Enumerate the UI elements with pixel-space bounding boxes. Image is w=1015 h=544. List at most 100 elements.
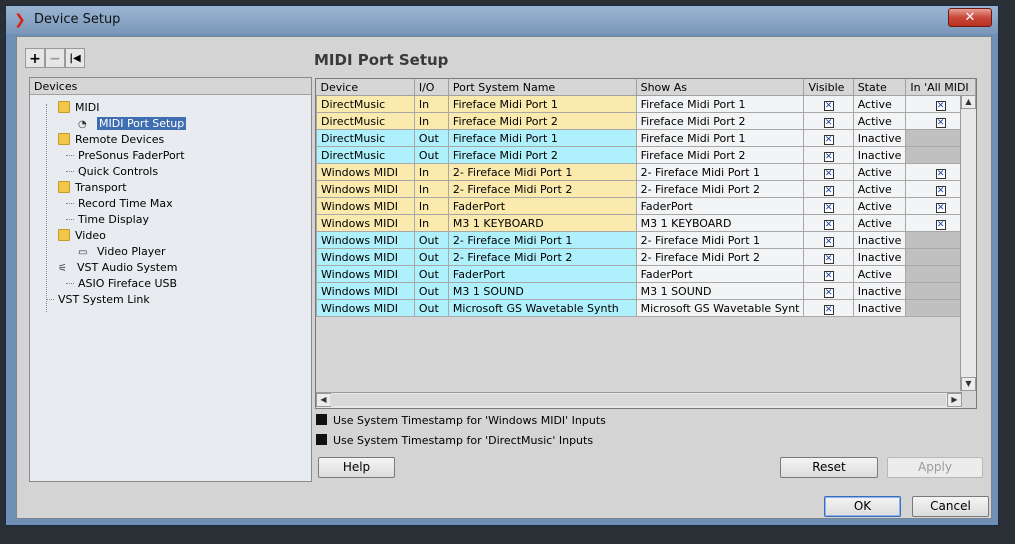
tree-item[interactable]: Video <box>58 228 106 244</box>
table-cell[interactable]: Fireface Midi Port 1 <box>635 129 805 147</box>
tree-item[interactable]: PreSonus FaderPort <box>66 148 185 164</box>
table-row[interactable]: Windows MIDI In FaderPort FaderPort ✕ Active ✕ <box>316 197 976 215</box>
all-midi-checkbox[interactable]: ✕ <box>935 202 946 213</box>
table-cell[interactable]: Fireface Midi Port 2 <box>635 112 805 130</box>
tree-item[interactable]: ▭ Video Player <box>78 244 166 260</box>
visible-checkbox[interactable]: ✕ <box>823 287 834 298</box>
visible-checkbox[interactable]: ✕ <box>823 134 834 145</box>
vertical-scrollbar[interactable]: ▲ ▼ <box>960 95 976 391</box>
table-row[interactable]: Windows MIDI In 2- Fireface Midi Port 2 2- … <box>316 180 976 198</box>
visible-checkbox[interactable]: ✕ <box>823 151 834 162</box>
column-header[interactable]: Device <box>316 79 415 96</box>
table-row[interactable]: DirectMusic Out Fireface Midi Port 2 Firefa… <box>316 146 976 164</box>
table-row[interactable]: Windows MIDI Out 2- Fireface Midi Port 2 2-… <box>316 248 976 266</box>
tree-item[interactable]: Remote Devices <box>58 132 164 148</box>
table-cell[interactable]: 2- Fireface Midi Port 2 <box>635 180 805 198</box>
table-cell[interactable]: M3 1 KEYBOARD <box>635 214 805 232</box>
tree-item[interactable]: ⚟ VST Audio System <box>58 260 178 276</box>
visible-checkbox[interactable]: ✕ <box>823 185 834 196</box>
visible-checkbox[interactable]: ✕ <box>823 202 834 213</box>
tree-item[interactable]: Time Display <box>66 212 149 228</box>
all-midi-checkbox[interactable]: ✕ <box>935 117 946 128</box>
all-midi-checkbox[interactable]: ✕ <box>935 185 946 196</box>
tree-item[interactable]: ◔ MIDI Port Setup <box>78 116 187 132</box>
visible-checkbox[interactable]: ✕ <box>823 270 834 281</box>
all-midi-checkbox[interactable]: ✕ <box>935 100 946 111</box>
all-midi-checkbox[interactable]: ✕ <box>935 168 946 179</box>
table-cell[interactable]: FaderPort <box>635 265 805 283</box>
tree-item[interactable]: ASIO Fireface USB <box>66 276 177 292</box>
table-cell: Out <box>413 129 449 147</box>
table-row[interactable]: Windows MIDI In 2- Fireface Midi Port 1 2- … <box>316 163 976 181</box>
visible-checkbox[interactable]: ✕ <box>823 219 834 230</box>
table-row[interactable]: DirectMusic In Fireface Midi Port 1 Firefac… <box>316 95 976 113</box>
visible-checkbox[interactable]: ✕ <box>823 304 834 315</box>
cancel-button[interactable]: Cancel <box>912 496 989 517</box>
timestamp-directmusic-option[interactable]: Use System Timestamp for 'DirectMusic' I… <box>316 433 593 449</box>
tree-item[interactable]: Transport <box>58 180 127 196</box>
column-header[interactable]: I/O <box>414 79 449 96</box>
midi-port-table: Device I/O Port System Name Show As Visible S… <box>315 78 977 409</box>
checkbox[interactable] <box>316 434 327 445</box>
scroll-up-icon[interactable]: ▲ <box>961 95 976 109</box>
column-header[interactable]: In 'All MIDI <box>905 79 976 96</box>
table-cell[interactable]: FaderPort <box>635 197 805 215</box>
table-cell: ✕ <box>803 95 854 113</box>
tree-item[interactable]: Quick Controls <box>66 164 158 180</box>
table-cell[interactable]: Microsoft GS Wavetable Synt <box>635 299 805 317</box>
visible-checkbox[interactable]: ✕ <box>823 253 834 264</box>
visible-checkbox[interactable]: ✕ <box>823 100 834 111</box>
devices-tree[interactable]: Devices MIDI ◔ MIDI Port Setup Remote Devic… <box>29 77 312 482</box>
tree-connector <box>46 299 54 300</box>
tree-item[interactable]: VST System Link <box>46 292 150 308</box>
scroll-left-icon[interactable]: ◀ <box>316 393 331 407</box>
all-midi-checkbox[interactable]: ✕ <box>935 219 946 230</box>
horizontal-scrollbar[interactable]: ◀ ▶ <box>316 392 962 408</box>
title-bar[interactable]: ❯ Device Setup ✕ <box>6 6 998 34</box>
timestamp-windows-midi-option[interactable]: Use System Timestamp for 'Windows MIDI' … <box>316 413 606 429</box>
scroll-down-icon[interactable]: ▼ <box>961 377 976 391</box>
help-button[interactable]: Help <box>318 457 395 478</box>
visible-checkbox[interactable]: ✕ <box>823 236 834 247</box>
table-cell: Active <box>852 265 907 283</box>
table-row[interactable]: Windows MIDI In M3 1 KEYBOARD M3 1 KEYBOARD… <box>316 214 976 232</box>
column-header[interactable]: Port System Name <box>448 79 637 96</box>
table-cell: Out <box>413 248 449 266</box>
table-cell[interactable]: 2- Fireface Midi Port 1 <box>635 163 805 181</box>
table-row[interactable]: DirectMusic Out Fireface Midi Port 1 Firefa… <box>316 129 976 147</box>
table-cell[interactable]: 2- Fireface Midi Port 2 <box>635 248 805 266</box>
table-cell[interactable]: 2- Fireface Midi Port 1 <box>635 231 805 249</box>
column-header[interactable]: Show As <box>636 79 805 96</box>
table-cell: Windows MIDI <box>316 282 415 300</box>
reset-button[interactable]: Reset <box>780 457 878 478</box>
column-header[interactable]: State <box>853 79 907 96</box>
table-cell[interactable]: Fireface Midi Port 1 <box>635 95 805 113</box>
table-row[interactable]: Windows MIDI Out 2- Fireface Midi Port 1 2-… <box>316 231 976 249</box>
table-cell[interactable]: M3 1 SOUND <box>635 282 805 300</box>
tree-item[interactable]: Record Time Max <box>66 196 173 212</box>
table-row[interactable]: DirectMusic In Fireface Midi Port 2 Firefac… <box>316 112 976 130</box>
ok-button[interactable]: OK <box>824 496 901 517</box>
tree-item[interactable]: MIDI <box>58 100 99 116</box>
video-player-icon: ▭ <box>78 247 88 258</box>
table-row[interactable]: Windows MIDI Out FaderPort FaderPort ✕ Active <box>316 265 976 283</box>
table-cell: ✕ <box>803 197 854 215</box>
tree-item-label: VST Audio System <box>77 261 178 274</box>
remove-button[interactable]: − <box>45 48 65 68</box>
add-button[interactable]: + <box>25 48 45 68</box>
table-cell: Fireface Midi Port 1 <box>447 95 637 113</box>
apply-button[interactable]: Apply <box>887 457 983 478</box>
devices-header: Devices <box>30 78 311 95</box>
scroll-right-icon[interactable]: ▶ <box>947 393 962 407</box>
table-cell[interactable]: Fireface Midi Port 2 <box>635 146 805 164</box>
visible-checkbox[interactable]: ✕ <box>823 168 834 179</box>
folder-icon <box>58 229 70 241</box>
scroll-thumb[interactable] <box>330 394 946 406</box>
checkbox[interactable] <box>316 414 327 425</box>
table-row[interactable]: Windows MIDI Out M3 1 SOUND M3 1 SOUND ✕ Inac… <box>316 282 976 300</box>
table-row[interactable]: Windows MIDI Out Microsoft GS Wavetable Sy… <box>316 299 976 317</box>
visible-checkbox[interactable]: ✕ <box>823 117 834 128</box>
column-header[interactable]: Visible <box>803 79 854 96</box>
reset-device-button[interactable]: |◀ <box>65 48 85 68</box>
close-button[interactable]: ✕ <box>948 8 992 27</box>
